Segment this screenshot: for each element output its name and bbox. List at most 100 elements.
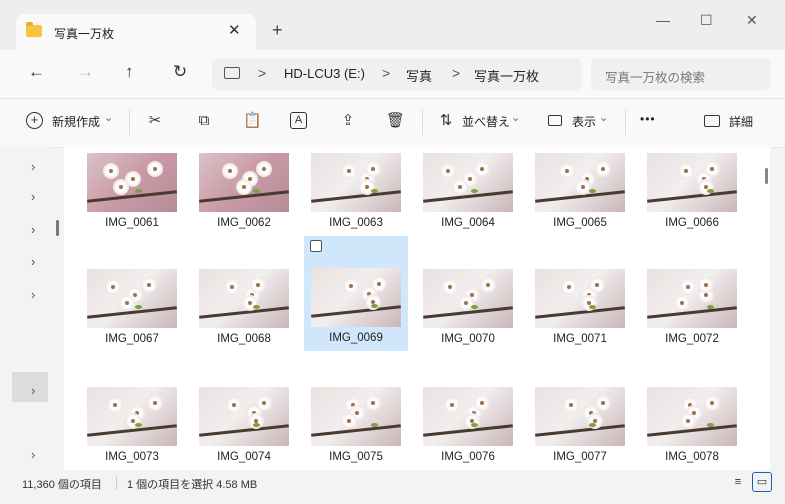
blossom-shape — [446, 399, 458, 411]
file-thumbnail[interactable]: IMG_0072 — [640, 237, 744, 352]
blossom-shape — [345, 280, 357, 292]
breadcrumb-separator: > — [382, 65, 391, 81]
nav-pane-scrollbar[interactable] — [56, 220, 59, 236]
delete-icon[interactable]: 🗑 — [386, 112, 405, 130]
image-preview — [423, 153, 513, 212]
file-thumbnail[interactable]: IMG_0078 — [640, 355, 744, 470]
up-button[interactable]: ↑ — [125, 62, 134, 82]
breadcrumb-separator: > — [258, 65, 267, 81]
forward-button[interactable]: → — [77, 62, 94, 82]
file-name: IMG_0061 — [105, 217, 159, 229]
blossom-shape — [676, 297, 688, 309]
leaf-shape — [471, 305, 478, 309]
nav-selected-item[interactable] — [12, 372, 48, 402]
leaf-shape — [589, 305, 596, 309]
search-box[interactable]: 写真一万枚の検索 — [591, 58, 771, 90]
selection-checkbox[interactable] — [310, 240, 322, 252]
blossom-shape — [682, 281, 694, 293]
tab-close-button[interactable]: ✕ — [228, 21, 241, 39]
file-name: IMG_0062 — [217, 217, 271, 229]
status-divider — [116, 476, 117, 490]
blossom-shape — [706, 163, 718, 175]
new-icon: + — [26, 112, 43, 129]
file-name: IMG_0078 — [665, 451, 719, 463]
large-icons-view-icon[interactable]: ▭ — [752, 472, 772, 492]
file-thumbnail[interactable]: IMG_0070 — [416, 237, 520, 352]
address-bar[interactable]: > HD-LCU3 (E:) > 写真 > 写真一万枚 — [212, 58, 582, 90]
leaf-shape — [135, 189, 142, 193]
breadcrumb-drive[interactable]: HD-LCU3 (E:) — [284, 66, 365, 81]
file-thumbnail[interactable]: IMG_0073 — [80, 355, 184, 470]
blossom-shape — [682, 415, 694, 427]
new-button[interactable]: 新規作成 — [52, 113, 100, 130]
blossom-shape — [367, 397, 379, 409]
branch-shape — [423, 190, 513, 203]
view-button[interactable]: 表示 — [572, 113, 596, 130]
breadcrumb-photos[interactable]: 写真 — [406, 66, 432, 85]
navigation-pane: › › › › › › › — [0, 147, 50, 470]
leaf-shape — [371, 423, 378, 427]
file-thumbnail[interactable]: IMG_0068 — [192, 237, 296, 352]
blossom-shape — [597, 397, 609, 409]
file-thumbnail[interactable]: IMG_0067 — [80, 237, 184, 352]
close-window-button[interactable]: ✕ — [746, 12, 758, 29]
image-preview — [199, 387, 289, 446]
file-thumbnail[interactable]: IMG_0075 — [304, 355, 408, 470]
copy-icon[interactable]: ⧉ — [195, 112, 213, 130]
file-thumbnail[interactable]: IMG_0076 — [416, 355, 520, 470]
file-name: IMG_0066 — [665, 217, 719, 229]
expand-chevron-icon[interactable]: › — [31, 447, 35, 462]
expand-chevron-icon[interactable]: › — [31, 159, 35, 174]
branch-shape — [535, 424, 625, 437]
explorer-window: 写真一万枚 ✕ + — ☐ ✕ ← → ↑ ↻ > HD-LCU3 (E:) >… — [0, 0, 785, 504]
file-name: IMG_0069 — [329, 332, 383, 344]
new-tab-button[interactable]: + — [272, 20, 283, 41]
minimize-button[interactable]: — — [656, 12, 670, 28]
branch-shape — [311, 424, 401, 437]
details-view-icon[interactable]: ≡ — [729, 473, 747, 491]
leaf-shape — [253, 305, 260, 309]
file-thumbnail[interactable]: IMG_0074 — [192, 355, 296, 470]
expand-chevron-icon[interactable]: › — [31, 254, 35, 269]
toolbar-divider — [422, 109, 423, 135]
blossom-shape — [563, 281, 575, 293]
blossom-shape — [252, 279, 264, 291]
refresh-button[interactable]: ↻ — [173, 62, 187, 82]
file-name: IMG_0074 — [217, 451, 271, 463]
file-name: IMG_0068 — [217, 333, 271, 345]
tab-current-folder[interactable]: 写真一万枚 ✕ — [16, 14, 256, 50]
cut-icon[interactable]: ✂ — [146, 112, 164, 130]
rename-icon[interactable]: A — [290, 112, 307, 129]
share-icon[interactable]: ⇪ — [339, 112, 357, 130]
file-thumbnail[interactable]: IMG_0069 — [304, 236, 408, 351]
file-grid: IMG_0061 IMG_0062 IMG_0063 IMG_0064 IMG_0065… — [64, 147, 770, 470]
leaf-shape — [371, 189, 378, 193]
item-count: 11,360 個の項目 — [22, 479, 102, 491]
back-button[interactable]: ← — [28, 62, 45, 82]
breadcrumb-current[interactable]: 写真一万枚 — [474, 66, 539, 85]
blossom-shape — [373, 278, 385, 290]
paste-icon[interactable]: 📋 — [243, 112, 262, 130]
expand-chevron-icon[interactable]: › — [31, 222, 35, 237]
expand-chevron-icon[interactable]: › — [31, 287, 35, 302]
blossom-shape — [121, 297, 133, 309]
leaf-shape — [253, 423, 260, 427]
maximize-button[interactable]: ☐ — [700, 12, 713, 29]
details-button[interactable]: 詳細 — [729, 113, 753, 130]
file-thumbnail[interactable]: IMG_0071 — [528, 237, 632, 352]
blossom-shape — [109, 399, 121, 411]
content-scrollbar[interactable] — [765, 168, 768, 184]
sort-button[interactable]: 並べ替え — [462, 113, 510, 130]
expand-chevron-icon[interactable]: › — [31, 189, 35, 204]
file-thumbnail[interactable]: IMG_0077 — [528, 355, 632, 470]
blossom-shape — [482, 279, 494, 291]
expand-chevron-icon[interactable]: › — [31, 383, 35, 398]
blossom-shape — [464, 173, 476, 185]
more-options-button[interactable]: ••• — [640, 112, 656, 126]
leaf-shape — [371, 304, 378, 308]
file-name: IMG_0063 — [329, 217, 383, 229]
leaf-shape — [589, 189, 596, 193]
chevron-down-icon: ⌄ — [511, 112, 521, 124]
navigation-bar: ← → ↑ ↻ > HD-LCU3 (E:) > 写真 > 写真一万枚 写真一万… — [0, 50, 785, 98]
branch-shape — [647, 190, 737, 203]
